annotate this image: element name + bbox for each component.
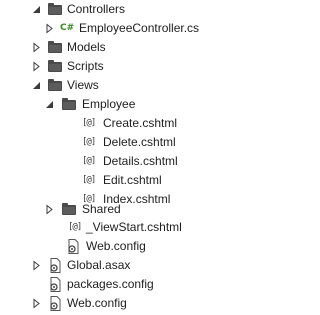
tree-item-label: Delete.cshtml — [103, 135, 176, 149]
tree-item-label: packages.config — [67, 277, 154, 291]
solution-explorer-tree: Controllers C# EmployeeController.cs Mod… — [0, 0, 213, 315]
folder-icon — [47, 3, 63, 16]
tree-item-label: Models — [67, 40, 106, 54]
tree-item-viewstart-cshtml[interactable]: [@] _ViewStart.cshtml — [0, 218, 213, 237]
tree-item-controllers[interactable]: Controllers — [0, 0, 213, 19]
tree-item-views[interactable]: Views — [0, 76, 213, 95]
razor-file-icon: [@] — [82, 156, 96, 166]
tree-item-label: _ViewStart.cshtml — [86, 220, 182, 234]
expanded-arrow-icon[interactable] — [31, 80, 42, 91]
tree-item-label: Scripts — [67, 59, 104, 73]
config-file-icon — [68, 239, 79, 254]
folder-icon — [47, 60, 63, 73]
collapsed-arrow-icon[interactable] — [31, 260, 42, 271]
tree-item-delete-cshtml[interactable]: [@] Delete.cshtml — [0, 133, 213, 152]
expanded-arrow-icon[interactable] — [44, 99, 55, 110]
folder-icon — [47, 79, 63, 92]
tree-item-employeecontroller[interactable]: C# EmployeeController.cs — [0, 19, 213, 38]
tree-item-label: EmployeeController.cs — [79, 21, 200, 35]
collapsed-arrow-icon[interactable] — [31, 42, 42, 53]
tree-item-label: Employee — [82, 97, 136, 111]
tree-item-label: Create.cshtml — [103, 116, 178, 130]
config-file-icon — [50, 277, 61, 292]
folder-icon — [61, 98, 77, 111]
collapsed-arrow-icon[interactable] — [31, 298, 42, 309]
tree-item-views-web-config[interactable]: Web.config — [0, 237, 213, 256]
expanded-arrow-icon[interactable] — [31, 4, 42, 15]
tree-item-label: Global.asax — [67, 258, 131, 272]
tree-item-global-asax[interactable]: Global.asax — [0, 256, 213, 275]
tree-item-root-web-config[interactable]: Web.config — [0, 294, 213, 313]
tree-item-label: Web.config — [86, 239, 146, 253]
collapsed-arrow-icon[interactable] — [44, 204, 55, 215]
asax-file-icon — [50, 258, 61, 273]
folder-icon — [61, 203, 77, 216]
tree-item-label: Edit.cshtml — [103, 173, 162, 187]
razor-file-icon: [@] — [82, 175, 96, 185]
tree-item-packages-config[interactable]: packages.config — [0, 275, 213, 294]
tree-item-create-cshtml[interactable]: [@] Create.cshtml — [0, 114, 213, 133]
tree-item-shared-row[interactable]: Shared — [0, 199, 213, 218]
razor-file-icon: [@] — [82, 137, 96, 147]
tree-item-label: Web.config — [67, 296, 127, 310]
collapsed-arrow-icon[interactable] — [31, 61, 42, 72]
tree-item-label: Controllers — [67, 2, 126, 16]
razor-file-icon: [@] — [68, 222, 82, 232]
tree-item-scripts[interactable]: Scripts — [0, 57, 213, 76]
razor-file-icon: [@] — [82, 118, 96, 128]
tree-item-models[interactable]: Models — [0, 38, 213, 57]
tree-item-label: Details.cshtml — [103, 154, 178, 168]
csharp-file-icon: C# — [60, 23, 75, 33]
tree-item-edit-cshtml[interactable]: [@] Edit.cshtml — [0, 171, 213, 190]
tree-item-label: Shared — [82, 202, 121, 216]
config-file-icon — [50, 296, 61, 311]
collapsed-arrow-icon[interactable] — [44, 23, 55, 34]
tree-item-label: Views — [67, 78, 99, 92]
folder-icon — [47, 41, 63, 54]
tree-item-details-cshtml[interactable]: [@] Details.cshtml — [0, 152, 213, 171]
tree-item-employee-folder[interactable]: Employee — [0, 95, 213, 114]
